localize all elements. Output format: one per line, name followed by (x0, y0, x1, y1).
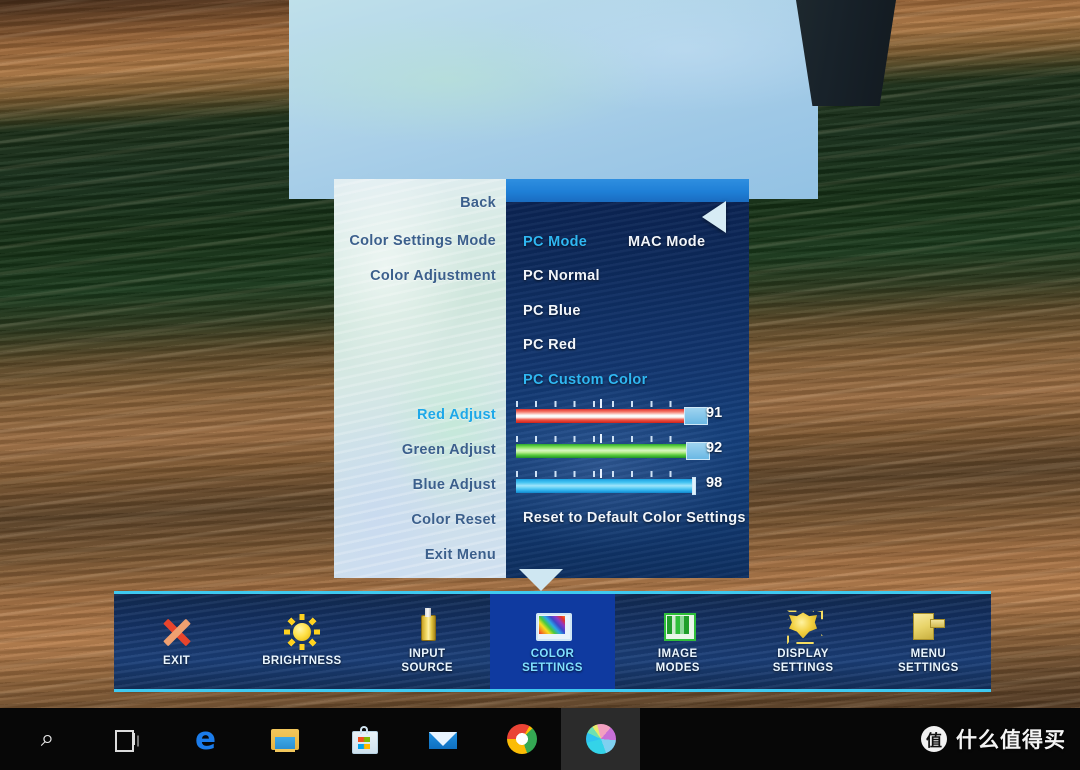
osd-preset-pc-blue[interactable]: PC Blue (523, 303, 581, 319)
watermark: 值 什么值得买 (921, 724, 1066, 754)
toolbar-label-input-source: INPUT SOURCE (401, 648, 453, 674)
toolbar-item-menu-settings[interactable]: MENU SETTINGS (866, 594, 991, 689)
menu-cursor-icon (910, 607, 946, 643)
osd-item-blue-adjust[interactable]: Blue Adjust (413, 477, 496, 493)
toolbar-label-image-modes: IMAGE MODES (655, 648, 700, 674)
connector-plug-icon (409, 607, 445, 643)
toolbar-label-brightness: BRIGHTNESS (262, 655, 342, 668)
blue-adjust-slider[interactable]: 98 (516, 469, 741, 499)
store-handle-icon (359, 726, 368, 734)
osd-mac-mode-option[interactable]: MAC Mode (628, 234, 705, 250)
green-adjust-slider[interactable]: 92 (516, 434, 741, 464)
toolbar-item-brightness[interactable]: BRIGHTNESS (239, 594, 364, 689)
slider-thumb[interactable] (684, 407, 708, 425)
toolbar-item-input-source[interactable]: INPUT SOURCE (365, 594, 490, 689)
taskbar-photos-button[interactable] (561, 708, 640, 770)
watermark-logo-icon: 值 (921, 726, 947, 752)
taskbar-file-explorer-button[interactable] (245, 708, 324, 770)
display-frame-icon (785, 607, 821, 643)
search-icon: ⌕ (40, 725, 55, 752)
osd-reset-default-color-settings[interactable]: Reset to Default Color Settings (523, 510, 746, 526)
osd-item-exit-menu[interactable]: Exit Menu (425, 547, 496, 563)
screen: Back Color Settings Mode Color Adjustmen… (0, 0, 1080, 770)
slider-tick-marks (516, 399, 688, 408)
osd-item-color-adjustment[interactable]: Color Adjustment (370, 268, 496, 284)
toolbar-label-menu-settings: MENU SETTINGS (897, 648, 959, 674)
microsoft-store-icon (349, 724, 379, 754)
slider-tick-marks (516, 434, 688, 443)
exit-x-icon (159, 614, 195, 650)
osd-pc-mode-option[interactable]: PC Mode (523, 234, 587, 250)
osd-preset-pc-custom-color[interactable]: PC Custom Color (523, 372, 648, 388)
osd-preset-pc-normal[interactable]: PC Normal (523, 268, 600, 284)
red-adjust-value: 91 (706, 405, 723, 421)
osd-color-settings-menu: Back Color Settings Mode Color Adjustmen… (334, 179, 749, 578)
blue-adjust-value: 98 (706, 475, 723, 491)
osd-item-color-settings-mode[interactable]: Color Settings Mode (349, 233, 496, 249)
toolbar-item-display-settings[interactable]: DISPLAY SETTINGS (740, 594, 865, 689)
edge-icon: e (194, 721, 217, 757)
osd-label-column: Back Color Settings Mode Color Adjustmen… (334, 179, 506, 578)
image-bars-icon (660, 607, 696, 643)
toolbar-item-color-settings[interactable]: COLOR SETTINGS (489, 594, 616, 689)
osd-item-back[interactable]: Back (460, 195, 496, 211)
slider-thumb[interactable] (692, 477, 696, 495)
toolbar-item-image-modes[interactable]: IMAGE MODES (615, 594, 740, 689)
osd-down-pointer-icon (519, 569, 563, 591)
osd-panel-header-strip (506, 179, 749, 202)
slider-fill (516, 409, 685, 423)
watermark-text: 什么值得买 (956, 728, 1066, 752)
cursor-arrow-icon (933, 619, 942, 631)
osd-icon-toolbar: EXIT BRIGHTNESS INPUT SOURCE COLOR SETTI… (114, 591, 991, 692)
slider-fill (516, 444, 687, 458)
taskbar-store-button[interactable] (324, 708, 403, 770)
selection-arrow-icon (702, 201, 726, 233)
toolbar-label-exit: EXIT (163, 655, 191, 668)
toolbar-item-exit[interactable]: EXIT (114, 594, 239, 689)
osd-item-red-adjust[interactable]: Red Adjust (417, 407, 496, 423)
slider-track[interactable] (516, 479, 695, 493)
photos-icon (585, 724, 616, 754)
sun-icon (284, 614, 320, 650)
mail-icon (428, 724, 458, 754)
chrome-icon (506, 724, 537, 754)
task-view-icon (112, 724, 142, 754)
toolbar-label-color-settings: COLOR SETTINGS (522, 648, 583, 674)
taskbar-edge-button[interactable]: e (166, 708, 245, 770)
slider-track[interactable] (516, 409, 695, 423)
taskbar-chrome-button[interactable] (482, 708, 561, 770)
monitor-photo-overlay (289, 0, 911, 199)
slider-track[interactable] (516, 444, 695, 458)
osd-item-green-adjust[interactable]: Green Adjust (402, 442, 496, 458)
taskbar-task-view-button[interactable] (87, 708, 166, 770)
slider-fill (516, 479, 694, 493)
slider-tick-marks (516, 469, 688, 478)
osd-preset-pc-red[interactable]: PC Red (523, 337, 576, 353)
file-explorer-icon (270, 724, 300, 754)
taskbar-search-button[interactable]: ⌕ (8, 708, 87, 770)
osd-item-color-reset[interactable]: Color Reset (411, 512, 496, 528)
windows-taskbar: ⌕ e 值 什么值得买 (0, 708, 1080, 770)
taskbar-mail-button[interactable] (403, 708, 482, 770)
color-monitor-icon (534, 607, 573, 643)
toolbar-label-display-settings: DISPLAY SETTINGS (772, 648, 834, 674)
red-adjust-slider[interactable]: 91 (516, 399, 741, 429)
osd-value-column: PC Mode MAC Mode PC Normal PC Blue PC Re… (506, 179, 749, 578)
green-adjust-value: 92 (706, 440, 723, 456)
